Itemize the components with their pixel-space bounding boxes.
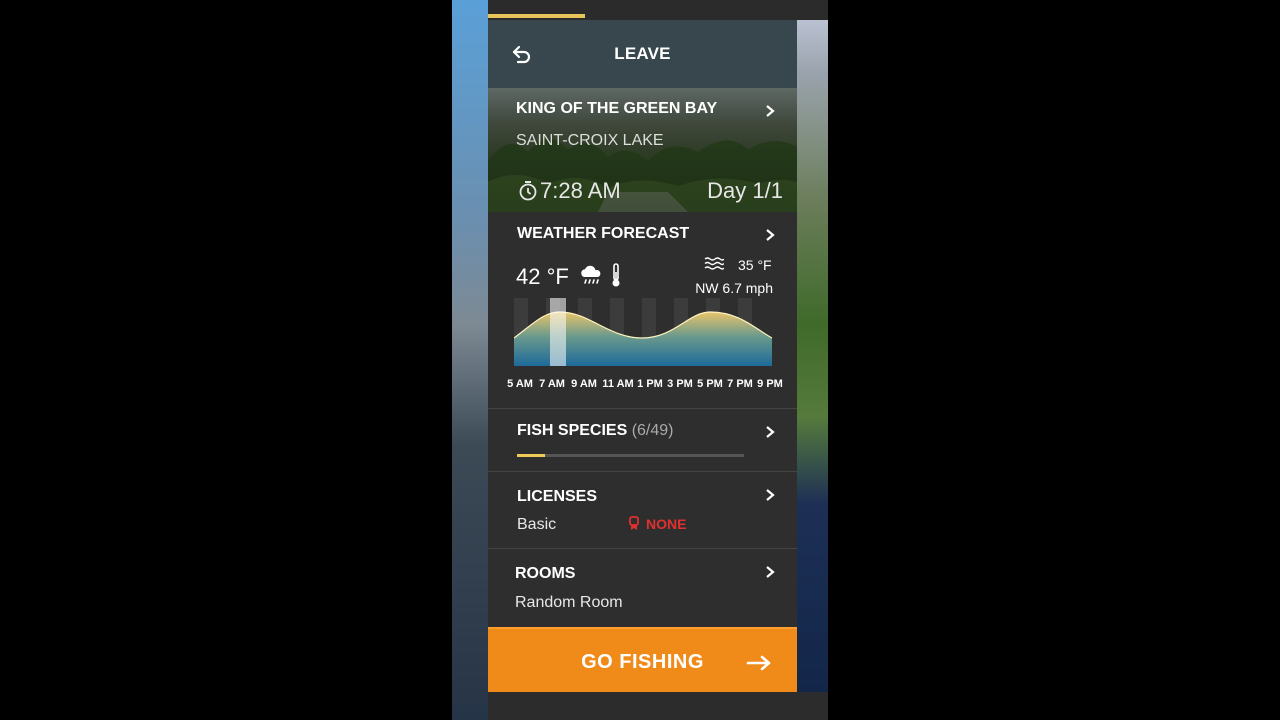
- event-name: KING OF THE GREEN BAY: [516, 100, 718, 117]
- top-progress-indicator: [488, 14, 585, 18]
- chevron-right-icon: [766, 426, 775, 438]
- panel-header: LEAVE: [488, 20, 797, 88]
- time-label: 7 AM: [539, 378, 565, 390]
- rooms-title: ROOMS: [515, 565, 576, 582]
- room-type: Random Room: [515, 594, 623, 611]
- thermometer-icon: [612, 263, 620, 287]
- day-counter: Day 1/1: [707, 178, 783, 203]
- license-type: Basic: [517, 516, 557, 533]
- license-status: NONE: [646, 516, 687, 532]
- water-waves-icon: [704, 257, 724, 270]
- time-label: 3 PM: [667, 378, 693, 390]
- fish-species-count: (6/49): [631, 422, 674, 439]
- forecast-time-labels: 5 AM 7 AM 9 AM 11 AM 1 PM 3 PM 5 PM 7 PM…: [507, 378, 786, 392]
- chevron-right-icon: [766, 489, 775, 501]
- licenses-row[interactable]: LICENSES Basic NONE: [488, 472, 797, 549]
- map-background-right: [796, 0, 828, 720]
- map-background-left: [452, 0, 488, 720]
- chevron-right-icon: [766, 105, 775, 117]
- time-label: 5 AM: [507, 378, 533, 390]
- event-card[interactable]: KING OF THE GREEN BAY SAINT-CROIX LAKE 7…: [488, 88, 797, 212]
- time-label: 1 PM: [637, 378, 663, 390]
- rooms-row[interactable]: ROOMS Random Room: [488, 549, 797, 627]
- species-progress-bar: [517, 454, 744, 457]
- go-fishing-button[interactable]: GO FISHING: [488, 627, 797, 694]
- chevron-right-icon: [766, 229, 775, 241]
- time-label: 9 AM: [571, 378, 597, 390]
- current-time-marker: [550, 298, 566, 366]
- wind-speed: NW 6.7 mph: [695, 280, 773, 296]
- clock-icon: [519, 181, 537, 201]
- game-time: 7:28 AM: [540, 178, 621, 203]
- arrow-right-icon: [746, 655, 771, 671]
- weather-forecast-section[interactable]: WEATHER FORECAST 42 °F 35 °F NW 6.7 mph: [488, 212, 797, 409]
- lake-name: SAINT-CROIX LAKE: [516, 132, 664, 149]
- water-temperature: 35 °F: [738, 257, 772, 273]
- license-badge-icon: [629, 516, 639, 530]
- leave-title[interactable]: LEAVE: [488, 44, 797, 64]
- bottom-strip: [488, 692, 828, 720]
- top-strip: [488, 0, 828, 20]
- species-progress-fill: [517, 454, 545, 457]
- time-label: 5 PM: [697, 378, 723, 390]
- game-screen: LEAVE KING OF THE GREEN BAY SAINT-CROIX …: [452, 0, 828, 720]
- fish-species-row[interactable]: FISH SPECIES (6/49): [488, 409, 797, 472]
- weather-forecast-graph: [514, 298, 772, 366]
- chevron-right-icon: [766, 566, 775, 578]
- air-temperature: 42 °F: [516, 264, 569, 289]
- licenses-title: LICENSES: [517, 488, 598, 505]
- fish-species-label: FISH SPECIES: [517, 422, 628, 439]
- weather-forecast-title: WEATHER FORECAST: [517, 225, 690, 242]
- rain-cloud-icon: [581, 265, 601, 284]
- event-panel: LEAVE KING OF THE GREEN BAY SAINT-CROIX …: [488, 20, 797, 694]
- time-label: 11 AM: [602, 378, 634, 390]
- time-label: 7 PM: [727, 378, 753, 390]
- fish-species-title: FISH SPECIES (6/49): [517, 422, 674, 440]
- time-label: 9 PM: [757, 378, 783, 390]
